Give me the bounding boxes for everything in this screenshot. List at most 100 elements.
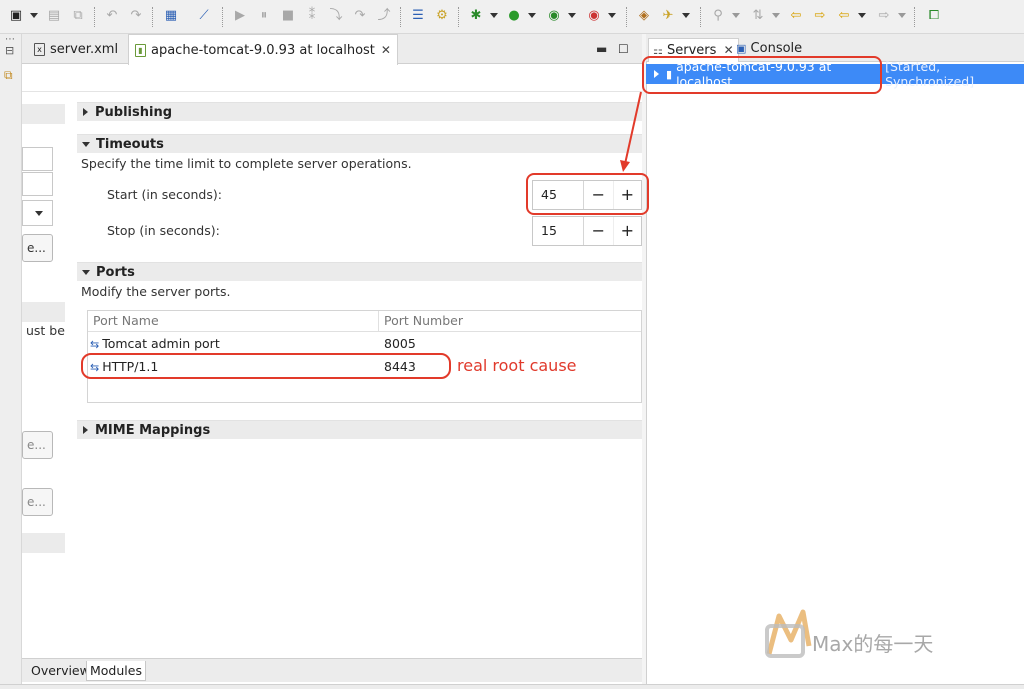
package-explorer-icon[interactable]: ⧉ xyxy=(4,68,13,83)
tab-label: Console xyxy=(750,41,803,56)
step-over-icon[interactable]: ↷ xyxy=(352,8,368,24)
configuration-browse-button[interactable]: e... xyxy=(22,234,53,262)
external-tools-icon[interactable]: ◉ xyxy=(586,8,602,24)
step-into-icon[interactable]: ⤵ xyxy=(328,8,344,24)
server-path-browse-button[interactable]: e... xyxy=(22,431,53,459)
use-step-filters-icon[interactable]: ☰ xyxy=(410,8,426,24)
back-icon[interactable]: ⇦ xyxy=(836,8,852,24)
port-name: Tomcat admin port xyxy=(102,336,220,351)
tab-label: apache-tomcat-9.0.93 at localhost xyxy=(151,42,375,58)
expand-icon xyxy=(83,108,88,116)
general-info-header xyxy=(22,104,65,124)
editor-page-tabs: Overview Modules xyxy=(22,658,642,682)
timeouts-section-header[interactable]: Timeouts xyxy=(77,134,642,153)
server-options-header xyxy=(22,533,65,553)
prev-edit-icon[interactable]: ⇦ xyxy=(788,8,804,24)
runtime-select[interactable] xyxy=(22,200,53,226)
annotation-arrow xyxy=(620,91,642,172)
coverage-icon[interactable]: ✱ xyxy=(468,8,484,24)
chevron-down-icon[interactable] xyxy=(608,13,616,18)
terminate-icon[interactable]: ■ xyxy=(280,8,296,24)
search-icon[interactable]: ⚲ xyxy=(710,8,726,24)
deploy-icon[interactable]: ✈ xyxy=(660,8,676,24)
chevron-down-icon[interactable] xyxy=(772,13,780,18)
host-name-field[interactable] xyxy=(22,172,53,196)
timeouts-description: Specify the time limit to complete serve… xyxy=(81,156,412,171)
publishing-section-header[interactable]: Publishing xyxy=(77,102,642,121)
step-return-icon[interactable]: ⤴ xyxy=(376,8,392,24)
server-icon: ▮ xyxy=(135,43,146,57)
servers-view xyxy=(646,34,1024,684)
restore-icon[interactable]: ⊟ xyxy=(5,44,14,57)
annotation-box-http-port xyxy=(81,353,451,379)
annotation-text: real root cause xyxy=(457,356,577,375)
section-title: MIME Mappings xyxy=(95,422,211,438)
left-trim-stack: ⋯ ⊟ ⧉ xyxy=(0,34,22,684)
new-wizard-icon[interactable]: ▣ xyxy=(8,8,24,24)
save-icon[interactable]: ▤ xyxy=(46,8,62,24)
chevron-down-icon[interactable] xyxy=(528,13,536,18)
ports-section-header[interactable]: Ports xyxy=(77,262,642,281)
minimize-icon[interactable]: ▬ xyxy=(596,42,607,56)
redo-icon[interactable]: ↷ xyxy=(128,8,144,24)
suspend-icon[interactable]: ⏸ xyxy=(256,8,272,24)
section-title: Ports xyxy=(96,264,135,280)
ports-description: Modify the server ports. xyxy=(81,284,231,299)
mime-section-header[interactable]: MIME Mappings xyxy=(77,420,642,439)
column-header-port-name[interactable]: Port Name xyxy=(88,311,379,332)
chevron-down-icon[interactable] xyxy=(898,13,906,18)
resume-icon[interactable]: ▶ xyxy=(232,8,248,24)
stop-timeout-spinner[interactable]: 15 − + xyxy=(532,216,642,246)
chevron-down-icon[interactable] xyxy=(30,13,38,18)
open-task-icon[interactable]: ⚙ xyxy=(434,8,450,24)
forward-icon[interactable]: ⇨ xyxy=(876,8,892,24)
annotation-box-start-timeout xyxy=(526,173,649,215)
chevron-down-icon xyxy=(35,211,43,216)
deploy-path-browse-button[interactable]: e... xyxy=(22,488,53,516)
decrement-button[interactable]: − xyxy=(584,217,612,245)
column-header-port-number[interactable]: Port Number xyxy=(379,311,641,332)
watermark-text: Max的每一天 xyxy=(812,632,934,656)
xml-file-icon: x xyxy=(34,42,45,56)
stop-timeout-label: Stop (in seconds): xyxy=(107,223,220,238)
tab-tomcat-server[interactable]: ▮ apache-tomcat-9.0.93 at localhost ✕ xyxy=(128,34,398,65)
server-status: [Started, Synchronized] xyxy=(885,59,975,89)
chevron-down-icon[interactable] xyxy=(682,13,690,18)
expand-icon xyxy=(83,426,88,434)
server-locations-header xyxy=(22,302,65,322)
section-title: Publishing xyxy=(95,104,173,120)
collapse-icon xyxy=(82,141,90,147)
chevron-down-icon[interactable] xyxy=(732,13,740,18)
open-perspective-icon[interactable]: ◈ xyxy=(636,8,652,24)
tab-modules[interactable]: Modules xyxy=(86,661,146,681)
chevron-down-icon[interactable] xyxy=(858,13,866,18)
chevron-down-icon[interactable] xyxy=(568,13,576,18)
port-number-cell[interactable]: 8005 xyxy=(384,333,634,355)
table-row[interactable]: ⇆ Tomcat admin port xyxy=(90,333,375,355)
locations-text-partial: ust be xyxy=(26,323,65,338)
close-icon[interactable]: ✕ xyxy=(381,43,391,57)
next-edit-icon[interactable]: ⇨ xyxy=(812,8,828,24)
maximize-icon[interactable]: ☐ xyxy=(618,42,629,56)
chevron-down-icon[interactable] xyxy=(490,13,498,18)
start-timeout-label: Start (in seconds): xyxy=(107,187,222,202)
debug-skip-icon[interactable]: ⟋ xyxy=(196,8,212,24)
annotation-icon[interactable]: ⇅ xyxy=(750,8,766,24)
section-title: Timeouts xyxy=(96,136,164,152)
terminal-icon[interactable]: ▦ xyxy=(163,8,179,24)
pin-editor-icon[interactable]: ⧠ xyxy=(926,8,942,24)
server-name-field[interactable] xyxy=(22,147,53,171)
main-toolbar: ▣ ▤ ⧉ ↶ ↷ ▦ ⟋ ▶ ⏸ ■ ⁑ ⤵ ↷ ⤴ ☰ ⚙ ✱ ● ◉ ◉ … xyxy=(0,0,1024,34)
undo-icon[interactable]: ↶ xyxy=(104,8,120,24)
tab-overview[interactable]: Overview xyxy=(28,661,93,681)
run-icon[interactable]: ● xyxy=(506,8,522,24)
console-icon: ▣ xyxy=(736,42,747,55)
collapse-icon xyxy=(82,269,90,275)
tab-server-xml[interactable]: x server.xml xyxy=(28,34,124,64)
disconnect-icon[interactable]: ⁑ xyxy=(304,8,320,24)
editor-tab-bar: x server.xml ▮ apache-tomcat-9.0.93 at l… xyxy=(22,34,642,65)
save-all-icon[interactable]: ⧉ xyxy=(70,8,86,24)
run-server-icon[interactable]: ◉ xyxy=(546,8,562,24)
stop-timeout-input[interactable]: 15 xyxy=(533,217,585,245)
increment-button[interactable]: + xyxy=(612,217,641,245)
